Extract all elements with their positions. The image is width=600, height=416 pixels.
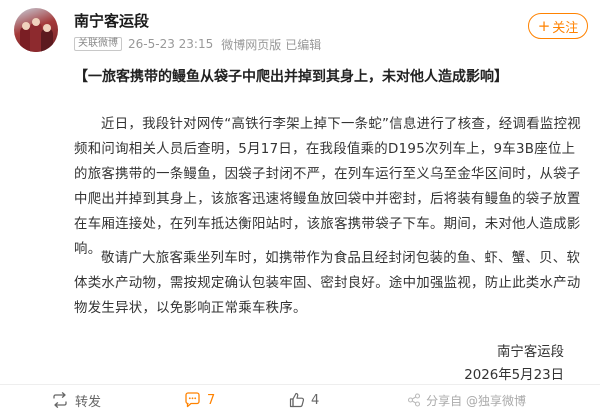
follow-label: 关注 — [552, 20, 579, 36]
post-title: 【一旅客携带的鳗鱼从袋子中爬出并掉到其身上，未对他人造成影响】 — [74, 69, 508, 85]
post-source: 微博网页版 — [221, 37, 282, 52]
paragraph-text: 近日，我段针对网传“高铁行李架上掉下一条蛇”信息进行了核查，经调看监控视频和问询… — [74, 117, 581, 257]
like-count: 4 — [311, 392, 320, 408]
follow-button[interactable]: + 关注 — [528, 13, 588, 39]
comment-icon — [185, 392, 200, 408]
edited-label: 已编辑 — [285, 37, 322, 52]
avatar-figure-head — [32, 18, 40, 26]
post-time[interactable]: 26-5-23 23:15 — [128, 37, 213, 51]
like-button[interactable]: 4 — [289, 388, 319, 412]
repost-icon — [53, 392, 67, 408]
post-paragraph: 近日，我段针对网传“高铁行李架上掉下一条蛇”信息进行了核查，经调看监控视频和问询… — [74, 112, 586, 262]
share-icon — [408, 393, 421, 407]
related-weibo-badge: 关联微博 — [74, 37, 122, 51]
paragraph-text: 敬请广大旅客乘坐列车时，如携带作为食品且经封闭包装的鱼、虾、蟹、贝、软体类水产动… — [74, 251, 581, 316]
repost-button[interactable]: 转发 — [51, 388, 101, 412]
post-meta: 关联微博 26-5-23 23:15 微博网页版 已编辑 — [74, 37, 322, 52]
post-paragraph: 敬请广大旅客乘坐列车时，如携带作为食品且经封闭包装的鱼、虾、蟹、贝、软体类水产动… — [74, 246, 586, 321]
share-text: 分享自 @独享微博 — [426, 393, 526, 408]
avatar-figure-head — [43, 24, 51, 32]
thumbs-up-icon — [289, 392, 305, 408]
weibo-post-card: 南宁客运段 关联微博 26-5-23 23:15 微博网页版 已编辑 + 关注 … — [0, 0, 600, 416]
post-signature: 南宁客运段 — [497, 345, 564, 360]
post-date: 2026年5月23日 — [464, 368, 564, 383]
author-name[interactable]: 南宁客运段 — [74, 10, 149, 31]
comment-button[interactable]: 7 — [184, 388, 215, 412]
plus-icon: + — [537, 16, 551, 35]
repost-label: 转发 — [75, 394, 102, 410]
share-source[interactable]: 分享自 @独享微博 — [407, 388, 526, 412]
comment-count: 7 — [207, 392, 216, 408]
avatar-figure-head — [22, 22, 30, 30]
divider — [0, 384, 600, 385]
author-avatar[interactable] — [14, 8, 58, 52]
